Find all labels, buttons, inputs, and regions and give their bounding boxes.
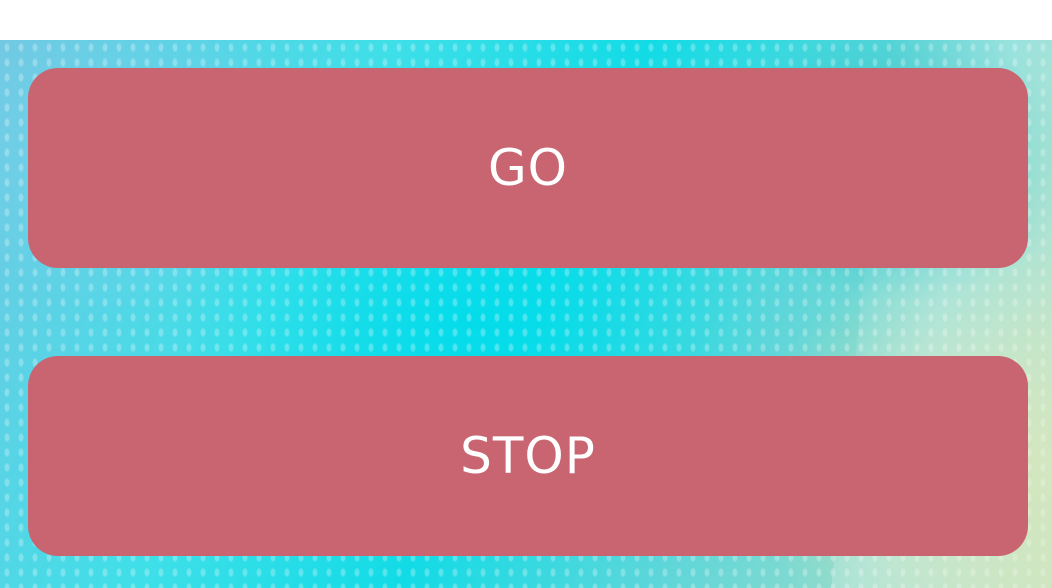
stop-button[interactable]: STOP — [28, 356, 1028, 556]
go-button-label: GO — [487, 139, 569, 197]
stop-button-label: STOP — [460, 427, 596, 485]
top-bar — [0, 0, 1052, 40]
go-button[interactable]: GO — [28, 68, 1028, 268]
